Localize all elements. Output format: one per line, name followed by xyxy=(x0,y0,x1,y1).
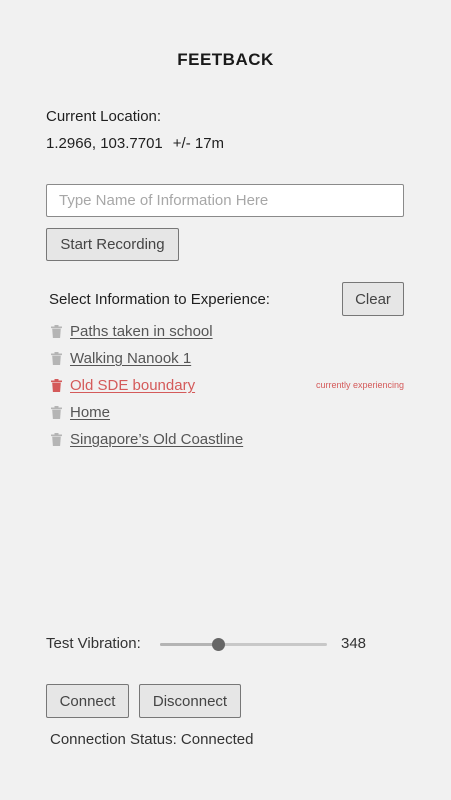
experience-item-label[interactable]: Walking Nanook 1 xyxy=(70,350,191,367)
experience-status-note: currently experiencing xyxy=(315,380,404,390)
trash-icon[interactable] xyxy=(48,432,64,448)
disconnect-button[interactable]: Disconnect xyxy=(139,684,241,718)
vibration-value: 348 xyxy=(341,635,367,652)
location-coordinates: 1.2966, 103.7701 xyxy=(46,135,163,152)
current-location-label: Current Location: xyxy=(46,108,162,125)
experience-item-singapores-old-coastline: Singapore’s Old Coastline xyxy=(46,426,406,453)
slider-fill xyxy=(160,643,219,646)
location-accuracy: +/- 17m xyxy=(172,135,225,152)
trash-icon[interactable] xyxy=(48,324,64,340)
connect-button[interactable]: Connect xyxy=(46,684,129,718)
experience-item-home: Home xyxy=(46,399,406,426)
current-location-value: 1.2966, 103.7701 +/- 17m xyxy=(46,135,224,152)
connection-status: Connection Status: Connected xyxy=(50,731,254,748)
experience-item-paths-taken-in-school: Paths taken in school xyxy=(46,318,406,345)
experience-item-old-sde-boundary: Old SDE boundary currently experiencing xyxy=(46,372,406,399)
experience-list: Paths taken in school Walking Nanook 1 O… xyxy=(46,318,406,453)
select-information-label: Select Information to Experience: xyxy=(49,291,270,308)
experience-item-label[interactable]: Singapore’s Old Coastline xyxy=(70,431,243,448)
clear-button[interactable]: Clear xyxy=(342,282,404,316)
experience-item-label[interactable]: Home xyxy=(70,404,110,421)
vibration-slider[interactable] xyxy=(160,636,327,652)
trash-icon[interactable] xyxy=(48,351,64,367)
slider-thumb[interactable] xyxy=(212,638,226,651)
experience-item-label[interactable]: Paths taken in school xyxy=(70,323,213,340)
start-recording-button[interactable]: Start Recording xyxy=(46,228,179,261)
app-title: FEETBACK xyxy=(177,50,274,69)
test-vibration-label: Test Vibration: xyxy=(46,635,141,652)
information-name-input[interactable] xyxy=(46,184,404,217)
experience-item-walking-nanook-1: Walking Nanook 1 xyxy=(46,345,406,372)
trash-icon[interactable] xyxy=(48,378,64,394)
experience-item-label[interactable]: Old SDE boundary xyxy=(70,377,195,394)
trash-icon[interactable] xyxy=(48,405,64,421)
